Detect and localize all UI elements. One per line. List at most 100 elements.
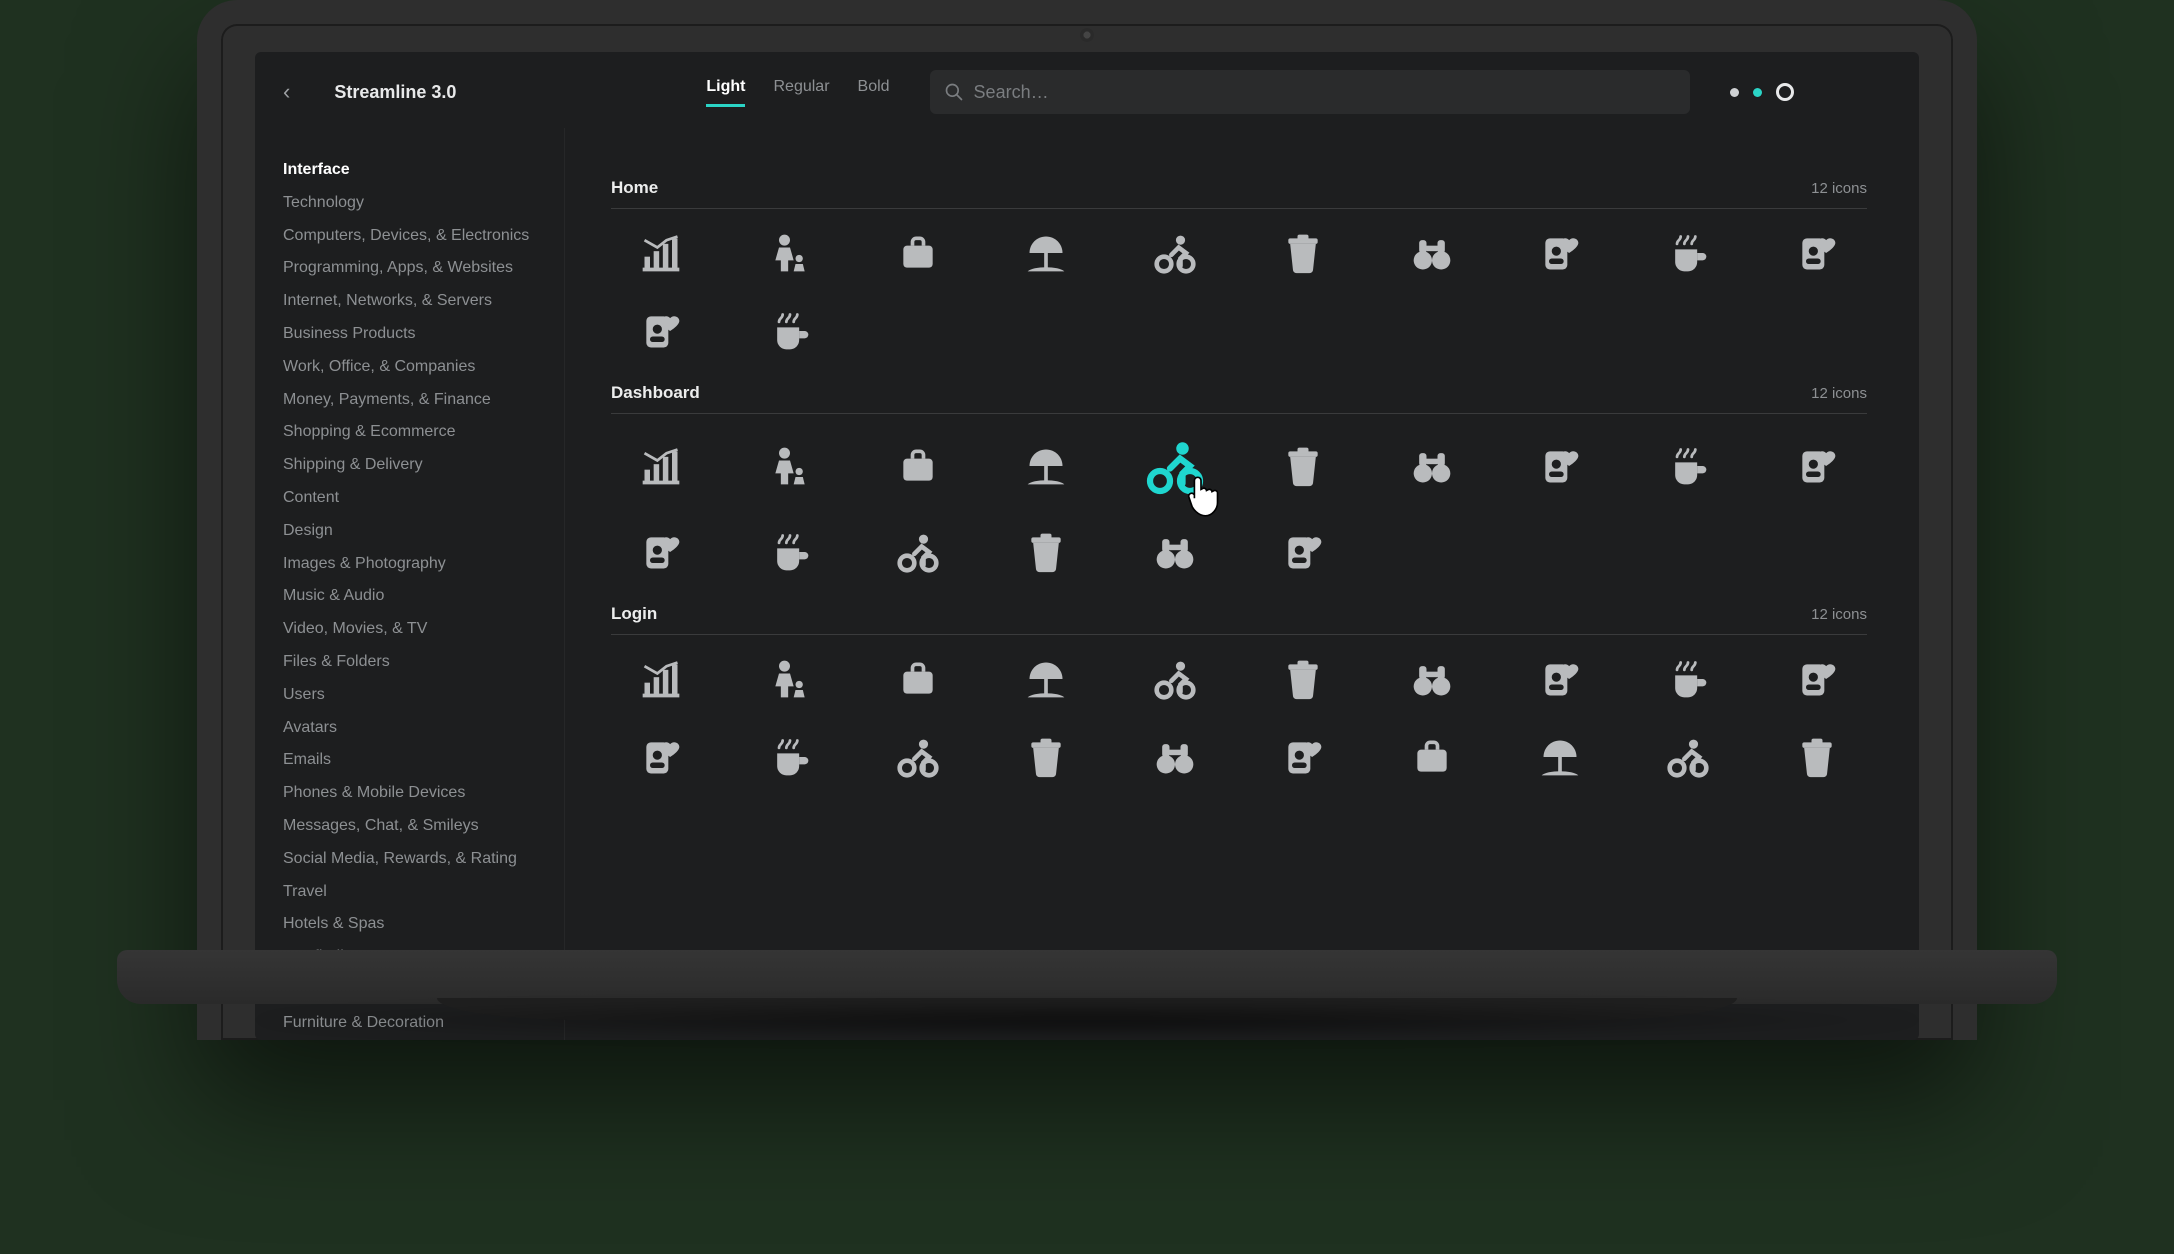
sidebar-item[interactable]: Internet, Networks, & Servers <box>283 285 544 318</box>
status-ring-icon[interactable] <box>1776 83 1794 101</box>
id-heart-icon[interactable] <box>611 309 711 353</box>
sidebar-item[interactable]: Technology <box>283 187 544 220</box>
mother-child-icon[interactable] <box>739 657 839 701</box>
coffee-cup-icon[interactable] <box>739 735 839 779</box>
search-input[interactable] <box>930 70 1690 114</box>
binoculars-icon[interactable] <box>1381 657 1481 701</box>
section-header: Home 12 icons <box>611 148 1867 209</box>
chart-bar-icon[interactable] <box>611 657 711 701</box>
category-sidebar: InterfaceTechnologyComputers, Devices, &… <box>255 128 565 1040</box>
sidebar-item[interactable]: Messages, Chat, & Smileys <box>283 810 544 843</box>
suitcase-icon[interactable] <box>868 657 968 701</box>
weight-tabs: Light Regular Bold <box>706 78 889 107</box>
coffee-cup-icon[interactable] <box>1638 657 1738 701</box>
sidebar-item[interactable]: Computers, Devices, & Electronics <box>283 220 544 253</box>
beach-umbrella-icon[interactable] <box>996 436 1096 496</box>
sidebar-item[interactable]: Users <box>283 679 544 712</box>
app-title: Streamline 3.0 <box>334 82 456 103</box>
binoculars-icon[interactable] <box>1381 436 1481 496</box>
coffee-cup-icon[interactable] <box>739 309 839 353</box>
beach-umbrella-icon[interactable] <box>1510 735 1610 779</box>
section-header: Login12 icons <box>611 574 1867 635</box>
sidebar-item[interactable]: Shipping & Delivery <box>283 449 544 482</box>
id-heart-icon[interactable] <box>1767 657 1867 701</box>
laptop-base <box>117 950 2057 1040</box>
sidebar-item[interactable]: Hotels & Spas <box>283 908 544 941</box>
id-heart-icon[interactable] <box>1510 657 1610 701</box>
trash-icon[interactable] <box>1253 436 1353 496</box>
id-heart-icon[interactable] <box>1767 436 1867 496</box>
section-count: 12 icons <box>1811 385 1867 402</box>
top-bar: ‹ Streamline 3.0 Light Regular Bold <box>255 52 1919 128</box>
id-heart-icon[interactable] <box>611 530 711 574</box>
status-dot-2-icon <box>1753 88 1762 97</box>
sidebar-item[interactable]: Social Media, Rewards, & Rating <box>283 843 544 876</box>
cyclist-icon[interactable] <box>868 530 968 574</box>
sidebar-item[interactable]: Business Products <box>283 318 544 351</box>
mother-child-icon[interactable] <box>739 231 839 275</box>
coffee-cup-icon[interactable] <box>739 530 839 574</box>
cyclist-icon[interactable] <box>1125 231 1225 275</box>
tab-light[interactable]: Light <box>706 78 745 107</box>
cyclist-icon[interactable] <box>1638 735 1738 779</box>
sidebar-item[interactable]: Phones & Mobile Devices <box>283 777 544 810</box>
webcam-icon <box>1080 28 1094 42</box>
suitcase-icon[interactable] <box>1381 735 1481 779</box>
id-heart-icon[interactable] <box>1253 735 1353 779</box>
trash-icon[interactable] <box>996 735 1096 779</box>
trash-icon[interactable] <box>1767 735 1867 779</box>
binoculars-icon[interactable] <box>1125 735 1225 779</box>
sidebar-item[interactable]: Content <box>283 482 544 515</box>
sidebar-item[interactable]: Emails <box>283 744 544 777</box>
trash-icon[interactable] <box>1253 231 1353 275</box>
id-heart-icon[interactable] <box>1510 436 1610 496</box>
beach-umbrella-icon[interactable] <box>996 657 1096 701</box>
window-controls <box>1730 83 1794 101</box>
tab-bold[interactable]: Bold <box>858 78 890 107</box>
cyclist-icon[interactable] <box>868 735 968 779</box>
icon-grid <box>611 231 1867 353</box>
icon-grid <box>611 657 1867 779</box>
id-heart-icon[interactable] <box>1510 231 1610 275</box>
sidebar-item[interactable]: Design <box>283 515 544 548</box>
suitcase-icon[interactable] <box>868 436 968 496</box>
coffee-cup-icon[interactable] <box>1638 436 1738 496</box>
sidebar-item[interactable]: Avatars <box>283 712 544 745</box>
back-button[interactable]: ‹ <box>283 79 290 105</box>
trash-icon[interactable] <box>1253 657 1353 701</box>
search-field-wrap <box>930 70 1690 114</box>
section-count: 12 icons <box>1811 606 1867 623</box>
mother-child-icon[interactable] <box>739 436 839 496</box>
trash-icon[interactable] <box>996 530 1096 574</box>
coffee-cup-icon[interactable] <box>1638 231 1738 275</box>
app-window: ‹ Streamline 3.0 Light Regular Bold <box>255 52 1919 1040</box>
section-count: 12 icons <box>1811 180 1867 197</box>
binoculars-icon[interactable] <box>1125 530 1225 574</box>
sidebar-item[interactable]: Work, Office, & Companies <box>283 351 544 384</box>
id-heart-icon[interactable] <box>1767 231 1867 275</box>
sidebar-item[interactable]: Money, Payments, & Finance <box>283 384 544 417</box>
sidebar-item[interactable]: Shopping & Ecommerce <box>283 416 544 449</box>
sidebar-item[interactable]: Travel <box>283 876 544 909</box>
tab-regular[interactable]: Regular <box>773 78 829 107</box>
sidebar-item[interactable]: Video, Movies, & TV <box>283 613 544 646</box>
cyclist-icon[interactable] <box>1125 436 1225 496</box>
search-icon <box>944 82 964 102</box>
chart-bar-icon[interactable] <box>611 436 711 496</box>
sidebar-item[interactable]: Images & Photography <box>283 548 544 581</box>
sidebar-item[interactable]: Music & Audio <box>283 580 544 613</box>
suitcase-icon[interactable] <box>868 231 968 275</box>
section-title: Dashboard <box>611 383 700 403</box>
section-title: Home <box>611 178 658 198</box>
icon-grid <box>611 436 1867 574</box>
sidebar-item[interactable]: Files & Folders <box>283 646 544 679</box>
sidebar-item[interactable]: Programming, Apps, & Websites <box>283 252 544 285</box>
sidebar-item[interactable]: Interface <box>283 154 544 187</box>
cyclist-icon[interactable] <box>1125 657 1225 701</box>
id-heart-icon[interactable] <box>1253 530 1353 574</box>
binoculars-icon[interactable] <box>1381 231 1481 275</box>
section-header: Dashboard 12 icons <box>611 353 1867 414</box>
chart-bar-icon[interactable] <box>611 231 711 275</box>
beach-umbrella-icon[interactable] <box>996 231 1096 275</box>
id-heart-icon[interactable] <box>611 735 711 779</box>
